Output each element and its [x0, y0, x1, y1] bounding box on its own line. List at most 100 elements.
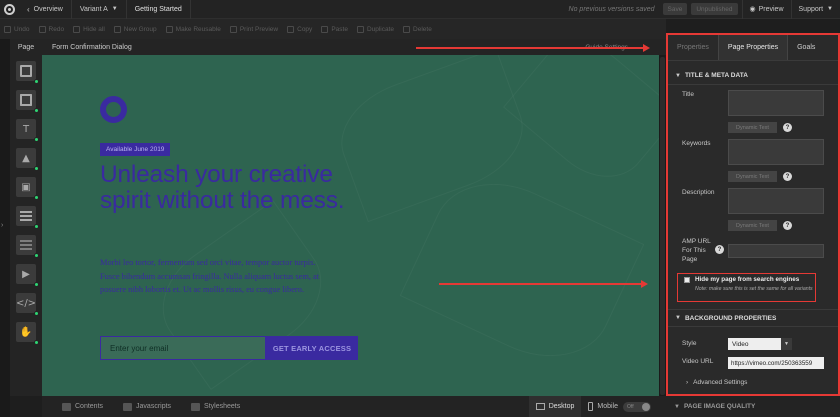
section-title: TITLE & META DATA — [684, 72, 748, 79]
background-properties-section-header[interactable]: ▼ BACKGROUND PROPERTIES — [668, 309, 838, 327]
group-icon — [113, 25, 121, 33]
caret-down-icon[interactable]: ▼ — [781, 338, 792, 350]
properties-panel: Properties Page Properties Goals ▼ TITLE … — [666, 33, 840, 396]
make-reusable-button[interactable]: Make Reusable — [165, 25, 221, 33]
video-element-icon[interactable]: ▶ — [16, 264, 39, 287]
javascript-icon — [123, 402, 133, 411]
hide-all-button[interactable]: Hide all — [73, 25, 105, 33]
preview-button[interactable]: ◉ Preview — [741, 0, 791, 19]
hide-from-search-label[interactable]: Hide my page from search engines — [695, 276, 799, 283]
tab-properties[interactable]: Properties — [668, 35, 718, 60]
title-meta-section-header[interactable]: ▼ TITLE & META DATA — [668, 67, 838, 85]
page-panel-label: Page — [17, 43, 35, 51]
versions-status: No previous versions saved — [568, 5, 655, 13]
desktop-view-tab[interactable]: Desktop — [528, 396, 582, 417]
title-input[interactable] — [728, 90, 824, 116]
hero-headline: Unleash your creative spirit without the… — [100, 161, 345, 214]
save-button[interactable]: Save — [662, 3, 688, 15]
chevron-down-icon: ▼ — [674, 403, 680, 410]
advanced-settings-toggle[interactable]: › Advanced Settings — [686, 379, 747, 386]
mobile-view-tab[interactable]: Mobile Off — [581, 396, 666, 417]
amp-url-input[interactable] — [728, 244, 824, 258]
trash-icon — [403, 25, 411, 33]
element-panel: Page T ▲ ▣ ▶ </> ✋ — [10, 39, 42, 396]
contents-button[interactable]: Contents — [62, 402, 104, 411]
collapse-handle-icon[interactable]: › — [1, 222, 7, 234]
stylesheets-label: Stylesheets — [204, 403, 241, 410]
javascripts-label: Javascripts — [136, 403, 172, 410]
annotation-arrow — [439, 280, 648, 287]
paste-button[interactable]: Paste — [321, 25, 348, 33]
help-icon[interactable]: ? — [715, 245, 724, 254]
hide-from-search-option: Hide my page from search engines Note: m… — [677, 273, 816, 302]
desktop-label: Desktop — [548, 403, 575, 410]
eye-icon: ◉ — [749, 6, 756, 13]
advanced-settings-label: Advanced Settings — [693, 379, 748, 386]
duplicate-label: Duplicate — [366, 25, 395, 33]
print-icon — [229, 25, 237, 33]
help-icon[interactable]: ? — [783, 123, 792, 132]
hide-all-label: Hide all — [83, 25, 105, 33]
chevron-right-icon: › — [686, 379, 689, 386]
preview-label: Preview — [758, 5, 784, 13]
button-element-icon[interactable]: ▣ — [16, 177, 39, 200]
redo-button[interactable]: Redo — [38, 25, 65, 33]
contents-label: Contents — [75, 403, 104, 410]
scrollbar-thumb[interactable] — [660, 57, 665, 395]
redo-label: Redo — [48, 25, 65, 33]
copy-button[interactable]: Copy — [287, 25, 312, 33]
page-canvas[interactable]: Available June 2019 Unleash your creativ… — [42, 55, 659, 396]
section-title: PAGE IMAGE QUALITY — [683, 403, 756, 410]
style-label: Style — [682, 340, 697, 347]
keywords-input[interactable] — [728, 139, 824, 165]
new-group-button[interactable]: New Group — [113, 25, 157, 33]
duplicate-icon — [356, 25, 364, 33]
hero-body-text: Morbi leo tortor, fermentum sed orci vit… — [100, 258, 320, 294]
mobile-toggle[interactable]: Off — [623, 401, 651, 412]
description-dynamic-text-button[interactable]: Dynamic Text — [728, 220, 777, 231]
form-element-icon[interactable] — [16, 206, 39, 229]
undo-button[interactable]: Undo — [4, 25, 30, 33]
mobile-label: Mobile — [597, 403, 618, 410]
help-icon[interactable]: ? — [783, 221, 792, 230]
delete-button[interactable]: Delete — [403, 25, 432, 33]
description-label: Description — [682, 189, 715, 196]
canvas-scrollbar[interactable] — [659, 55, 666, 396]
amp-url-label: AMP URL For This Page — [682, 238, 711, 263]
description-input[interactable] — [728, 188, 824, 214]
page-image-quality-section-header[interactable]: ▼ PAGE IMAGE QUALITY — [666, 396, 840, 417]
hide-from-search-checkbox[interactable] — [684, 277, 690, 283]
javascripts-button[interactable]: Javascripts — [123, 402, 172, 411]
unpublished-button[interactable]: Unpublished — [691, 3, 738, 15]
chevron-left-icon: ‹ — [27, 4, 30, 14]
top-bar: ‹ Overview Variant A ▼ Getting Started No … — [0, 0, 840, 19]
tab-goals[interactable]: Goals — [788, 35, 824, 60]
print-preview-button[interactable]: Print Preview — [229, 25, 278, 33]
email-field[interactable]: Enter your email — [100, 336, 266, 360]
reusable-icon — [165, 25, 173, 33]
section-element-icon[interactable] — [16, 61, 39, 84]
keywords-dynamic-text-button[interactable]: Dynamic Text — [728, 171, 777, 182]
app-logo-icon[interactable] — [0, 0, 19, 19]
mobile-icon — [588, 402, 594, 411]
get-early-access-button[interactable]: GET EARLY ACCESS — [266, 336, 358, 360]
social-element-icon[interactable]: ✋ — [16, 322, 39, 345]
text-element-icon[interactable]: T — [16, 119, 39, 142]
support-menu[interactable]: Support ▼ — [790, 0, 840, 19]
background-leaf-shape — [503, 55, 659, 198]
variant-dropdown[interactable]: Variant A ▼ — [72, 0, 127, 19]
hide-icon — [73, 25, 81, 33]
help-icon[interactable]: ? — [783, 172, 792, 181]
toggle-knob — [642, 402, 650, 411]
video-url-input[interactable]: https://vimeo.com/250363559 — [728, 357, 824, 369]
list-element-icon[interactable] — [16, 235, 39, 258]
code-element-icon[interactable]: </> — [16, 293, 39, 316]
duplicate-button[interactable]: Duplicate — [356, 25, 395, 33]
tab-page-properties[interactable]: Page Properties — [717, 35, 789, 60]
title-dynamic-text-button[interactable]: Dynamic Text — [728, 122, 777, 133]
overview-link[interactable]: ‹ Overview — [19, 0, 72, 19]
stylesheets-button[interactable]: Stylesheets — [191, 402, 241, 411]
image-element-icon[interactable]: ▲ — [16, 148, 39, 171]
contents-icon — [62, 402, 71, 411]
box-element-icon[interactable] — [16, 90, 39, 113]
